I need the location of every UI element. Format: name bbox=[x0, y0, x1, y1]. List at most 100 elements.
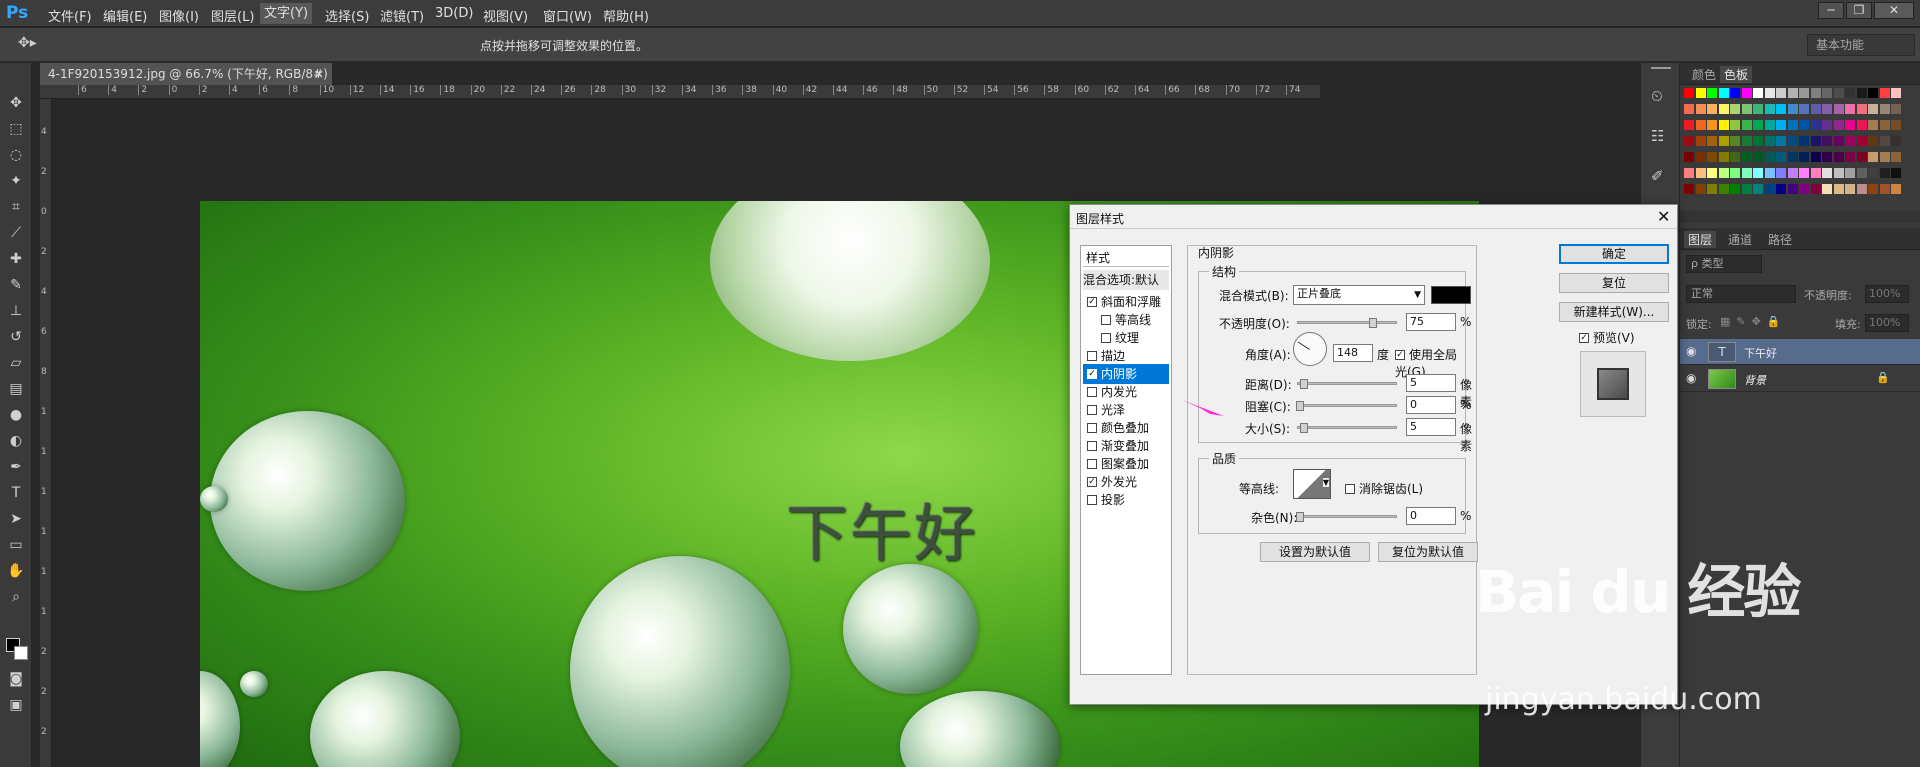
document-tab[interactable]: 4-1F920153912.jpg @ 66.7% (下午好, RGB/8#) … bbox=[40, 63, 332, 103]
style-checkbox[interactable] bbox=[1087, 458, 1097, 469]
color-swatch[interactable] bbox=[1776, 104, 1786, 114]
color-swatch[interactable] bbox=[1718, 104, 1729, 114]
color-swatch[interactable] bbox=[1810, 104, 1821, 114]
color-swatch[interactable] bbox=[1845, 136, 1855, 146]
tab-swatches[interactable]: 色板 bbox=[1720, 66, 1753, 83]
brush-tool-icon[interactable]: ✎ bbox=[6, 275, 26, 295]
color-swatch[interactable] bbox=[1891, 152, 1901, 162]
tab-channels[interactable]: 通道 bbox=[1724, 231, 1756, 248]
color-swatch[interactable] bbox=[1764, 136, 1775, 146]
color-swatch[interactable] bbox=[1868, 88, 1878, 98]
choke-input[interactable]: 0 bbox=[1406, 396, 1456, 414]
color-swatch[interactable] bbox=[1787, 136, 1798, 146]
antialias-checkbox[interactable]: 消除锯齿(L) bbox=[1345, 480, 1423, 497]
color-swatch[interactable] bbox=[1787, 168, 1798, 178]
color-swatch[interactable] bbox=[1868, 104, 1878, 114]
color-swatch[interactable] bbox=[1707, 152, 1717, 162]
color-swatch[interactable] bbox=[1799, 120, 1809, 130]
color-swatch[interactable] bbox=[1822, 120, 1832, 130]
menu-item[interactable]: 编辑(E) bbox=[103, 6, 147, 25]
style-checkbox[interactable] bbox=[1101, 314, 1111, 325]
color-swatch[interactable] bbox=[1684, 136, 1694, 146]
visibility-eye-icon[interactable]: ◉ bbox=[1686, 371, 1696, 385]
reset-button[interactable]: 复位 bbox=[1559, 273, 1669, 293]
distance-input[interactable]: 5 bbox=[1406, 374, 1456, 392]
color-swatch[interactable] bbox=[1718, 168, 1729, 178]
color-swatch[interactable] bbox=[1764, 104, 1775, 114]
tab-layers[interactable]: 图层 bbox=[1684, 231, 1717, 248]
lasso-tool-icon[interactable]: ◌ bbox=[6, 145, 26, 165]
close-document-icon[interactable]: × bbox=[314, 63, 324, 85]
style-item[interactable]: 投影 bbox=[1083, 490, 1169, 510]
color-swatch[interactable] bbox=[1764, 184, 1775, 194]
style-item[interactable]: ✓ 斜面和浮雕 bbox=[1083, 292, 1169, 312]
color-swatch[interactable] bbox=[1707, 104, 1717, 114]
color-swatch[interactable] bbox=[1776, 184, 1786, 194]
color-swatch[interactable] bbox=[1730, 184, 1740, 194]
color-swatch[interactable] bbox=[1799, 184, 1809, 194]
tab-paths[interactable]: 路径 bbox=[1764, 231, 1796, 248]
history-icon[interactable]: ⏲ bbox=[1651, 87, 1663, 105]
brush-panel-icon[interactable]: ✐ bbox=[1651, 167, 1664, 185]
menu-item[interactable]: 图层(L) bbox=[211, 6, 254, 25]
layer-filter-select[interactable]: ρ 类型 bbox=[1686, 255, 1762, 273]
color-swatch[interactable] bbox=[1753, 136, 1763, 146]
color-swatch[interactable] bbox=[1741, 184, 1752, 194]
color-swatch[interactable] bbox=[1868, 136, 1878, 146]
color-swatch[interactable] bbox=[1787, 104, 1798, 114]
history-brush-icon[interactable]: ↺ bbox=[6, 327, 26, 347]
color-swatch[interactable] bbox=[1845, 88, 1855, 98]
color-swatch[interactable] bbox=[1730, 168, 1740, 178]
tab-color[interactable]: 颜色 bbox=[1688, 66, 1720, 83]
restore-button[interactable]: ❐ bbox=[1846, 2, 1872, 19]
color-swatch[interactable] bbox=[1684, 152, 1694, 162]
color-swatch[interactable] bbox=[1833, 184, 1844, 194]
style-checkbox[interactable] bbox=[1087, 494, 1097, 505]
color-swatch[interactable] bbox=[1833, 136, 1844, 146]
color-swatch[interactable] bbox=[1833, 104, 1844, 114]
color-swatch[interactable] bbox=[1684, 184, 1694, 194]
eraser-tool-icon[interactable]: ▱ bbox=[6, 353, 26, 373]
color-swatch[interactable] bbox=[1718, 120, 1729, 130]
move-tool-icon[interactable]: ✥▸ bbox=[18, 35, 37, 51]
color-swatch[interactable] bbox=[1776, 168, 1786, 178]
color-swatch[interactable] bbox=[1741, 136, 1752, 146]
style-checkbox[interactable]: ✓ bbox=[1087, 368, 1097, 379]
make-default-button[interactable]: 设置为默认值 bbox=[1260, 542, 1370, 562]
type-tool-icon[interactable]: T bbox=[6, 483, 26, 503]
color-swatch[interactable] bbox=[1856, 136, 1867, 146]
workspace-select[interactable]: 基本功能 bbox=[1807, 34, 1915, 56]
color-swatch[interactable] bbox=[1764, 168, 1775, 178]
color-swatch[interactable] bbox=[1810, 120, 1821, 130]
crop-tool-icon[interactable]: ⌗ bbox=[6, 197, 26, 217]
healing-brush-icon[interactable]: ✚ bbox=[6, 249, 26, 269]
style-item[interactable]: 内发光 bbox=[1083, 382, 1169, 402]
color-swatch[interactable] bbox=[1753, 120, 1763, 130]
color-swatch[interactable] bbox=[1868, 184, 1878, 194]
color-swatch[interactable] bbox=[1879, 104, 1890, 114]
color-swatch[interactable] bbox=[1753, 168, 1763, 178]
stamp-tool-icon[interactable]: ⊥ bbox=[6, 301, 26, 321]
menu-item[interactable]: 文件(F) bbox=[48, 6, 92, 25]
style-item[interactable]: 等高线 bbox=[1083, 310, 1169, 330]
style-checkbox[interactable]: ✓ bbox=[1087, 476, 1097, 487]
color-swatch[interactable] bbox=[1695, 168, 1706, 178]
menu-item[interactable]: 文字(Y) bbox=[260, 3, 313, 24]
color-swatch[interactable] bbox=[1822, 184, 1832, 194]
pen-tool-icon[interactable]: ✒ bbox=[6, 457, 26, 477]
screen-mode-icon[interactable]: ▣ bbox=[6, 695, 26, 715]
opacity-slider-thumb[interactable] bbox=[1369, 318, 1377, 328]
color-swatch[interactable] bbox=[1879, 152, 1890, 162]
color-swatch[interactable] bbox=[1845, 120, 1855, 130]
color-swatch[interactable] bbox=[1753, 104, 1763, 114]
color-swatch[interactable] bbox=[1856, 88, 1867, 98]
color-swatch[interactable] bbox=[1856, 120, 1867, 130]
color-swatch[interactable] bbox=[1741, 104, 1752, 114]
color-swatch[interactable] bbox=[1707, 168, 1717, 178]
color-swatch[interactable] bbox=[1695, 104, 1706, 114]
menu-item[interactable]: 滤镜(T) bbox=[380, 6, 424, 25]
opacity-slider[interactable] bbox=[1297, 318, 1397, 328]
color-swatch[interactable] bbox=[1707, 136, 1717, 146]
shadow-color-swatch[interactable] bbox=[1431, 286, 1471, 304]
dodge-tool-icon[interactable]: ◐ bbox=[6, 431, 26, 451]
